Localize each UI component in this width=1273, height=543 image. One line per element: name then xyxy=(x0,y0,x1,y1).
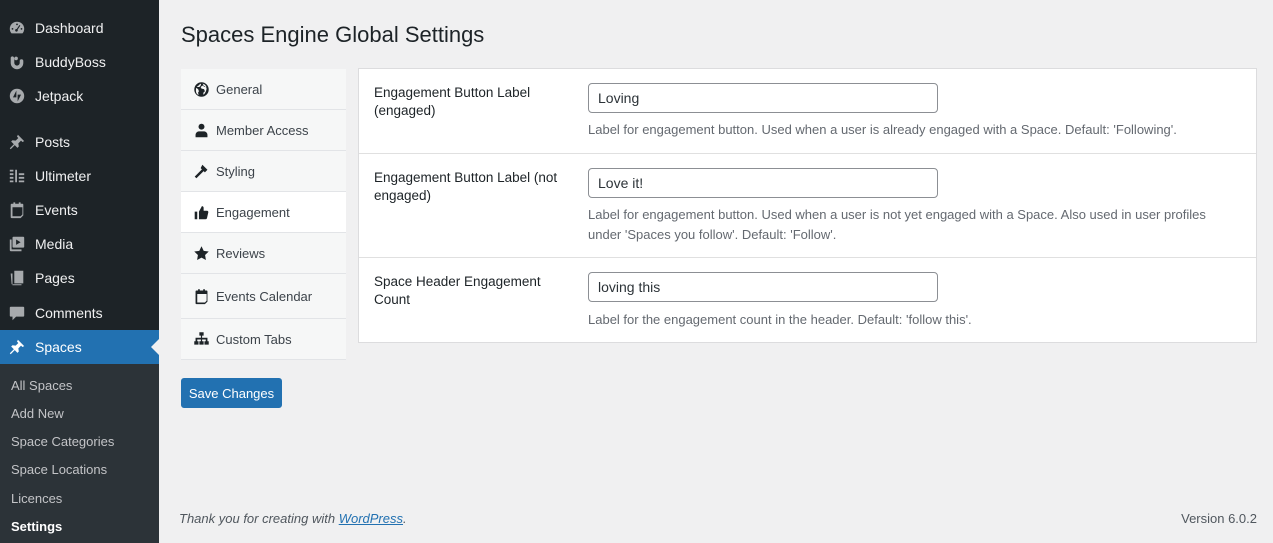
setting-description: Label for the engagement count in the he… xyxy=(588,312,972,327)
setting-description: Label for engagement button. Used when a… xyxy=(588,207,1206,242)
tab-events-calendar[interactable]: Events Calendar xyxy=(181,274,346,319)
submenu-item-add-new[interactable]: Add New xyxy=(11,406,64,421)
media-icon xyxy=(7,234,27,254)
tab-label: General xyxy=(216,81,263,97)
calendar-icon xyxy=(7,200,27,220)
menu-label: Dashboard xyxy=(35,20,104,36)
calendar-icon xyxy=(192,287,210,305)
footer-thanks: Thank you for creating with WordPress. xyxy=(179,511,407,526)
menu-item-posts[interactable]: Posts xyxy=(0,125,159,159)
menu-item-comments[interactable]: Comments xyxy=(0,296,159,330)
setting-row-engaged: Engagement Button Label (engaged) Label … xyxy=(359,69,1256,154)
tab-label: Styling xyxy=(216,163,256,179)
setting-label: Engagement Button Label (engaged) xyxy=(374,85,531,118)
setting-row-engagement-count: Space Header Engagement Count Label for … xyxy=(359,258,1256,343)
menu-label: Ultimeter xyxy=(35,168,92,184)
menu-item-ultimeter[interactable]: Ultimeter xyxy=(0,159,159,193)
pin-icon xyxy=(7,132,27,152)
settings-panel: Engagement Button Label (engaged) Label … xyxy=(358,68,1257,343)
menu-label: Events xyxy=(35,202,78,218)
menu-label: Posts xyxy=(35,134,71,150)
tab-member-access[interactable]: Member Access xyxy=(181,110,346,151)
submenu-item-all-spaces[interactable]: All Spaces xyxy=(11,378,72,393)
settings-tabs: General Member Access Styling Engagement… xyxy=(181,69,346,360)
page-title: Spaces Engine Global Settings xyxy=(181,22,485,47)
hammer-icon xyxy=(192,162,210,180)
tab-label: Reviews xyxy=(216,245,266,261)
engaged-label-input[interactable] xyxy=(588,83,938,113)
menu-label: Media xyxy=(35,236,74,252)
thumbs-up-icon xyxy=(192,203,210,221)
jetpack-icon xyxy=(7,86,27,106)
not-engaged-label-input[interactable] xyxy=(588,168,938,198)
menu-item-events[interactable]: Events xyxy=(0,193,159,227)
setting-label: Engagement Button Label (not engaged) xyxy=(374,170,558,203)
menu-item-pages[interactable]: Pages xyxy=(0,261,159,295)
footer-version: Version 6.0.2 xyxy=(1181,511,1257,526)
submenu-item-licences[interactable]: Licences xyxy=(11,491,62,506)
star-icon xyxy=(192,244,210,262)
setting-label: Space Header Engagement Count xyxy=(374,274,541,307)
menu-item-spaces[interactable]: Spaces xyxy=(0,330,159,364)
setting-description: Label for engagement button. Used when a… xyxy=(588,122,1177,137)
menu-label: Spaces xyxy=(35,339,82,355)
menu-label: Comments xyxy=(35,305,103,321)
engagement-count-input[interactable] xyxy=(588,272,938,302)
menu-item-media[interactable]: Media xyxy=(0,227,159,261)
admin-sidebar: Dashboard BuddyBoss Jetpack Posts Ultime… xyxy=(0,0,159,543)
menu-label: BuddyBoss xyxy=(35,54,106,70)
tab-reviews[interactable]: Reviews xyxy=(181,233,346,274)
wordpress-link[interactable]: WordPress xyxy=(339,511,403,526)
submenu-item-space-locations[interactable]: Space Locations xyxy=(11,462,107,477)
sitemap-icon xyxy=(192,330,210,348)
footer-thanks-text: Thank you for creating with xyxy=(179,511,336,526)
setting-row-not-engaged: Engagement Button Label (not engaged) La… xyxy=(359,154,1256,258)
tab-general[interactable]: General xyxy=(181,69,346,110)
ultimeter-icon xyxy=(7,166,27,186)
tab-label: Events Calendar xyxy=(216,288,313,304)
dashboard-icon xyxy=(7,18,27,38)
tab-styling[interactable]: Styling xyxy=(181,151,346,192)
spaces-submenu: All Spaces Add New Space Categories Spac… xyxy=(0,364,159,543)
submenu-item-settings[interactable]: Settings xyxy=(11,519,62,534)
submenu-item-space-categories[interactable]: Space Categories xyxy=(11,434,114,449)
menu-item-jetpack[interactable]: Jetpack xyxy=(0,79,159,113)
menu-item-buddyboss[interactable]: BuddyBoss xyxy=(0,45,159,79)
tab-engagement[interactable]: Engagement xyxy=(181,192,346,233)
globe-icon xyxy=(192,80,210,98)
menu-item-dashboard[interactable]: Dashboard xyxy=(0,11,159,45)
pages-icon xyxy=(7,268,27,288)
menu-label: Pages xyxy=(35,270,75,286)
footer-thanks-suffix: . xyxy=(403,511,407,526)
menu-label: Jetpack xyxy=(35,88,84,104)
buddyboss-icon xyxy=(7,52,27,72)
tab-label: Member Access xyxy=(216,122,309,138)
comments-icon xyxy=(7,303,27,323)
tab-custom-tabs[interactable]: Custom Tabs xyxy=(181,319,346,360)
tab-label: Custom Tabs xyxy=(216,331,292,347)
pin-icon xyxy=(7,337,27,357)
user-icon xyxy=(192,121,210,139)
tab-label: Engagement xyxy=(216,204,290,220)
save-changes-button[interactable]: Save Changes xyxy=(181,378,282,408)
